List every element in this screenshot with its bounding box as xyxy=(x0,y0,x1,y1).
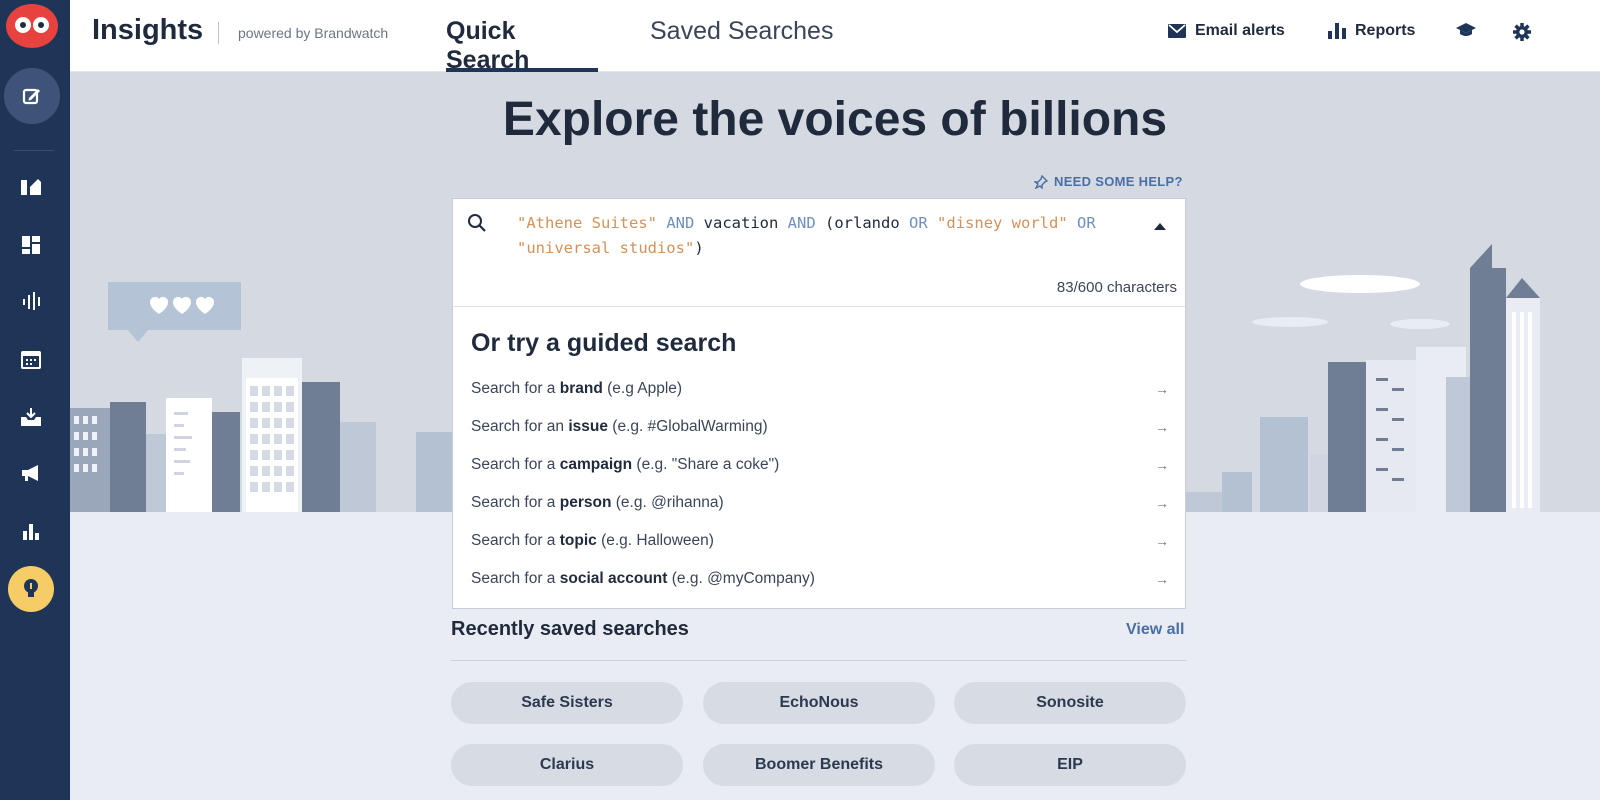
gear-icon[interactable] xyxy=(1512,22,1532,42)
owl-logo-icon[interactable] xyxy=(6,4,58,48)
arrow-right-icon: → xyxy=(1155,533,1169,549)
arrow-right-icon: → xyxy=(1155,419,1169,435)
query-term: ) xyxy=(694,239,704,257)
guided-search-person[interactable]: Search for a person (e.g. @rihanna) → xyxy=(471,484,1169,522)
reports-link[interactable]: Reports xyxy=(1328,22,1415,40)
sidebar-divider xyxy=(14,150,54,151)
arrow-right-icon: → xyxy=(1155,495,1169,511)
guided-search-title: Or try a guided search xyxy=(471,329,737,357)
compose-icon[interactable] xyxy=(4,68,60,124)
streams-icon[interactable] xyxy=(18,174,44,200)
recent-searches-title: Recently saved searches xyxy=(451,618,689,640)
guided-search-brand[interactable]: Search for a brand (e.g Apple) → xyxy=(471,370,1169,408)
search-panel: "Athene Suites" AND vacation AND (orland… xyxy=(452,198,1186,609)
guided-search-issue[interactable]: Search for an issue (e.g. #GlobalWarming… xyxy=(471,408,1169,446)
guided-row-text: Search for a person (e.g. @rihanna) xyxy=(471,494,724,511)
saved-search-pill[interactable]: Sonosite xyxy=(954,682,1186,724)
query-operator: OR xyxy=(909,214,928,232)
guided-row-text: Search for an issue (e.g. #GlobalWarming… xyxy=(471,418,768,435)
guided-search-topic[interactable]: Search for a topic (e.g. Halloween) → xyxy=(471,522,1169,560)
powered-by: powered by Brandwatch xyxy=(238,25,389,41)
help-link[interactable]: NEED SOME HELP? xyxy=(1034,174,1183,189)
guided-row-text: Search for a topic (e.g. Halloween) xyxy=(471,532,714,549)
bar-chart-icon xyxy=(1328,23,1346,39)
calendar-icon[interactable] xyxy=(18,346,44,372)
query-operator: AND xyxy=(787,214,816,232)
lightbulb-icon[interactable] xyxy=(8,566,54,612)
character-count: 83/600 characters xyxy=(1056,279,1177,296)
dashboard-icon[interactable] xyxy=(18,232,44,258)
panel-divider xyxy=(453,306,1185,307)
arrow-right-icon: → xyxy=(1155,381,1169,397)
arrow-right-icon: → xyxy=(1155,571,1169,587)
pin-icon xyxy=(1034,174,1048,189)
envelope-icon xyxy=(1168,24,1186,38)
email-alerts-link[interactable]: Email alerts xyxy=(1168,22,1285,40)
saved-search-pill[interactable]: Clarius xyxy=(451,744,683,786)
page-headline: Explore the voices of billions xyxy=(502,93,1168,146)
query-operator: AND xyxy=(666,214,695,232)
top-nav: Insights powered by Brandwatch Quick Sea… xyxy=(70,0,1600,74)
query-operator: OR xyxy=(1077,214,1096,232)
saved-search-pill[interactable]: Boomer Benefits xyxy=(703,744,935,786)
search-icon xyxy=(467,213,487,238)
saved-search-pill[interactable]: Safe Sisters xyxy=(451,682,683,724)
recent-divider xyxy=(451,660,1187,661)
view-all-link[interactable]: View all xyxy=(1126,621,1184,639)
query-string: "disney world" xyxy=(937,214,1068,232)
reports-icon[interactable] xyxy=(18,518,44,544)
saved-search-pill[interactable]: EIP xyxy=(954,744,1186,786)
graduation-cap-icon[interactable] xyxy=(1456,22,1476,38)
campaigns-icon[interactable] xyxy=(18,460,44,486)
query-string: "universal studios" xyxy=(517,239,695,257)
title-divider xyxy=(218,22,219,44)
tab-quick-search[interactable]: Quick Search xyxy=(446,17,598,74)
reports-label: Reports xyxy=(1355,22,1416,39)
query-string: "Athene Suites" xyxy=(517,214,657,232)
email-alerts-label: Email alerts xyxy=(1195,22,1285,39)
tab-saved-searches[interactable]: Saved Searches xyxy=(650,17,833,72)
arrow-right-icon: → xyxy=(1155,457,1169,473)
analytics-icon[interactable] xyxy=(18,288,44,314)
collapse-caret-icon[interactable] xyxy=(1153,218,1167,236)
inbox-icon[interactable] xyxy=(18,404,44,430)
guided-row-text: Search for a brand (e.g Apple) xyxy=(471,380,683,397)
guided-search-campaign[interactable]: Search for a campaign (e.g. "Share a cok… xyxy=(471,446,1169,484)
help-label: NEED SOME HELP? xyxy=(1054,174,1183,189)
guided-search-social-account[interactable]: Search for a social account (e.g. @myCom… xyxy=(471,560,1169,598)
guided-row-text: Search for a social account (e.g. @myCom… xyxy=(471,570,815,587)
query-term: vacation xyxy=(703,214,779,232)
search-query-input[interactable]: "Athene Suites" AND vacation AND (orland… xyxy=(517,211,1117,261)
saved-search-pill[interactable]: EchoNous xyxy=(703,682,935,724)
guided-row-text: Search for a campaign (e.g. "Share a cok… xyxy=(471,456,780,473)
query-term: (orlando xyxy=(825,214,900,232)
sidebar xyxy=(0,0,70,800)
app-title: Insights xyxy=(92,14,204,46)
